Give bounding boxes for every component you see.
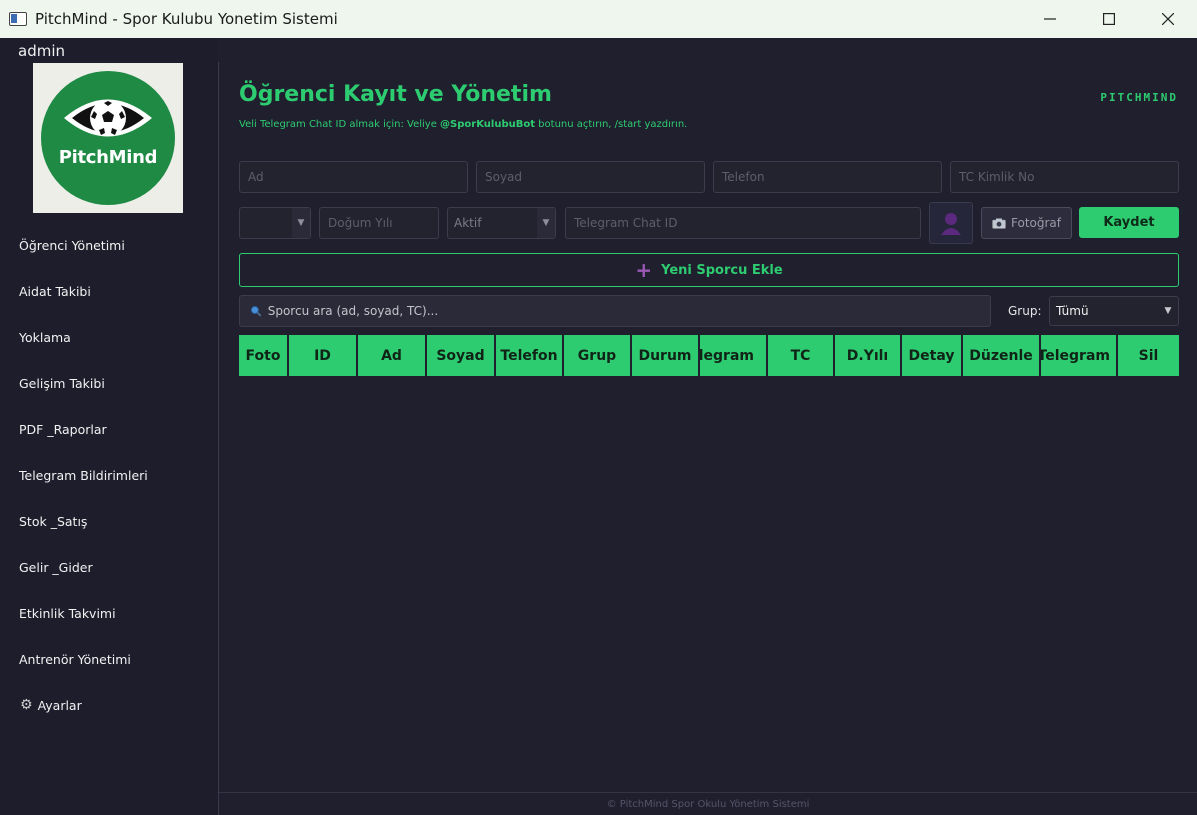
column-header-ad[interactable]: Ad bbox=[358, 335, 427, 376]
column-header-detay[interactable]: Detay bbox=[902, 335, 963, 376]
group-filter-label: Grup: bbox=[1008, 304, 1042, 318]
hint-bot-name: @SporKulubuBot bbox=[440, 119, 535, 130]
sidebar-nav: Öğrenci Yönetimi Aidat Takibi Yoklama Ge… bbox=[0, 222, 218, 728]
search-field[interactable] bbox=[239, 295, 991, 327]
window-titlebar: PitchMind - Spor Kulubu Yonetim Sistemi bbox=[0, 0, 1197, 38]
sidebar-item-label: Gelir _Gider bbox=[19, 559, 93, 575]
current-user-label: admin bbox=[18, 42, 65, 60]
sidebar-item-label: Telegram Bildirimleri bbox=[19, 467, 148, 483]
sidebar-item-label: Antrenör Yönetimi bbox=[19, 651, 131, 667]
column-header-foto[interactable]: Foto bbox=[239, 335, 289, 376]
page-title: Öğrenci Kayıt ve Yönetim bbox=[239, 82, 552, 107]
telegram-chat-id-field[interactable] bbox=[565, 207, 921, 239]
telegram-hint: Veli Telegram Chat ID almak için: Veliye… bbox=[239, 119, 687, 130]
photo-upload-label: Fotoğraf bbox=[1011, 216, 1061, 230]
sidebar-item-antrenor-yonetimi[interactable]: Antrenör Yönetimi bbox=[0, 636, 218, 682]
column-header-id[interactable]: ID bbox=[289, 335, 358, 376]
sidebar-item-gelir-gider[interactable]: Gelir _Gider bbox=[0, 544, 218, 590]
minimize-button[interactable] bbox=[1020, 0, 1079, 38]
sidebar-item-yoklama[interactable]: Yoklama bbox=[0, 314, 218, 360]
column-header-grup[interactable]: Grup bbox=[564, 335, 632, 376]
ad-field[interactable] bbox=[239, 161, 468, 193]
column-header-dogum-yili[interactable]: D.Yılı bbox=[835, 335, 902, 376]
maximize-icon bbox=[1102, 13, 1115, 25]
sidebar-item-label: Öğrenci Yönetimi bbox=[19, 237, 125, 253]
sidebar-item-stok-satis[interactable]: Stok _Satış bbox=[0, 498, 218, 544]
maximize-button[interactable] bbox=[1079, 0, 1138, 38]
app-icon bbox=[9, 12, 27, 26]
window-controls bbox=[1020, 0, 1197, 38]
save-button[interactable]: Kaydet bbox=[1079, 207, 1179, 238]
sidebar-item-aidat-takibi[interactable]: Aidat Takibi bbox=[0, 268, 218, 314]
tc-field[interactable] bbox=[950, 161, 1179, 193]
hint-prefix: Veli Telegram Chat ID almak için: Veliye bbox=[239, 119, 441, 130]
add-athlete-button[interactable]: + Yeni Sporcu Ekle bbox=[239, 253, 1179, 287]
ad-input[interactable] bbox=[248, 170, 459, 184]
telefon-input[interactable] bbox=[722, 170, 933, 184]
status-select-value: Aktif bbox=[454, 216, 482, 230]
sidebar-item-label: Stok _Satış bbox=[19, 513, 88, 529]
column-header-telegram[interactable]: Telegram bbox=[700, 335, 768, 376]
dogum-yili-input[interactable] bbox=[328, 216, 430, 230]
sidebar-item-label: Etkinlik Takvimi bbox=[19, 605, 116, 621]
gear-icon: ⚙ bbox=[20, 697, 33, 713]
tc-input[interactable] bbox=[959, 170, 1170, 184]
status-select[interactable]: Aktif ▼ bbox=[447, 207, 556, 239]
chevron-down-icon: ▼ bbox=[1164, 306, 1172, 316]
column-header-sil[interactable]: Sil bbox=[1118, 335, 1179, 376]
soccer-eye-icon bbox=[64, 99, 152, 137]
column-header-duzenle[interactable]: Düzenle bbox=[963, 335, 1041, 376]
soyad-field[interactable] bbox=[476, 161, 705, 193]
sidebar-item-label: Yoklama bbox=[19, 329, 71, 345]
sidebar-item-label: Gelişim Takibi bbox=[19, 375, 105, 391]
minimize-icon bbox=[1043, 18, 1056, 20]
telefon-field[interactable] bbox=[713, 161, 942, 193]
sidebar-item-ogrenci-yonetimi[interactable]: Öğrenci Yönetimi bbox=[0, 222, 218, 268]
column-header-tc[interactable]: TC bbox=[768, 335, 835, 376]
column-header-telegram-send[interactable]: Telegram bbox=[1041, 335, 1118, 376]
add-athlete-label: Yeni Sporcu Ekle bbox=[661, 262, 783, 278]
chevron-down-icon: ▼ bbox=[537, 208, 555, 238]
plus-icon: + bbox=[635, 258, 653, 282]
footer: © PitchMind Spor Okulu Yönetim Sistemi bbox=[219, 792, 1197, 815]
dogum-yili-field[interactable] bbox=[319, 207, 439, 239]
search-icon bbox=[250, 306, 262, 317]
close-button[interactable] bbox=[1138, 0, 1197, 38]
window-title: PitchMind - Spor Kulubu Yonetim Sistemi bbox=[35, 10, 338, 28]
sidebar-item-telegram-bildirimleri[interactable]: Telegram Bildirimleri bbox=[0, 452, 218, 498]
sidebar-item-label: Ayarlar bbox=[37, 697, 82, 713]
column-header-telefon[interactable]: Telefon bbox=[496, 335, 564, 376]
brand-tag: PITCHMIND bbox=[1100, 91, 1178, 104]
search-input[interactable] bbox=[267, 304, 990, 318]
hint-suffix: botunu açtırın, /start yazdırın. bbox=[535, 119, 688, 130]
soyad-input[interactable] bbox=[485, 170, 696, 184]
athletes-table-header: Foto ID Ad Soyad Telefon Grup Durum Tele… bbox=[239, 335, 1179, 376]
sidebar-item-ayarlar[interactable]: ⚙ Ayarlar bbox=[0, 682, 218, 728]
column-header-durum[interactable]: Durum bbox=[632, 335, 700, 376]
sidebar-item-etkinlik-takvimi[interactable]: Etkinlik Takvimi bbox=[0, 590, 218, 636]
athlete-photo-preview bbox=[929, 202, 973, 244]
close-icon bbox=[1161, 13, 1174, 25]
group-select[interactable]: ▼ bbox=[239, 207, 311, 239]
sidebar-item-pdf-raporlar[interactable]: PDF _Raporlar bbox=[0, 406, 218, 452]
column-header-soyad[interactable]: Soyad bbox=[427, 335, 496, 376]
sidebar-item-gelisim-takibi[interactable]: Gelişim Takibi bbox=[0, 360, 218, 406]
sidebar-item-label: PDF _Raporlar bbox=[19, 421, 107, 437]
group-filter-select[interactable]: Tümü ▼ bbox=[1049, 296, 1179, 326]
user-silhouette-icon bbox=[941, 213, 961, 235]
photo-upload-button[interactable]: Fotoğraf bbox=[981, 207, 1072, 239]
group-filter-value: Tümü bbox=[1056, 304, 1089, 318]
telegram-chat-id-input[interactable] bbox=[574, 216, 912, 230]
logo-badge: PitchMind bbox=[41, 71, 175, 205]
camera-icon bbox=[992, 218, 1006, 229]
main-panel: Öğrenci Kayıt ve Yönetim PITCHMIND Veli … bbox=[219, 62, 1197, 792]
chevron-down-icon: ▼ bbox=[292, 208, 310, 238]
logo: PitchMind bbox=[33, 63, 183, 213]
sidebar-item-label: Aidat Takibi bbox=[19, 283, 91, 299]
logo-text: PitchMind bbox=[58, 147, 158, 168]
